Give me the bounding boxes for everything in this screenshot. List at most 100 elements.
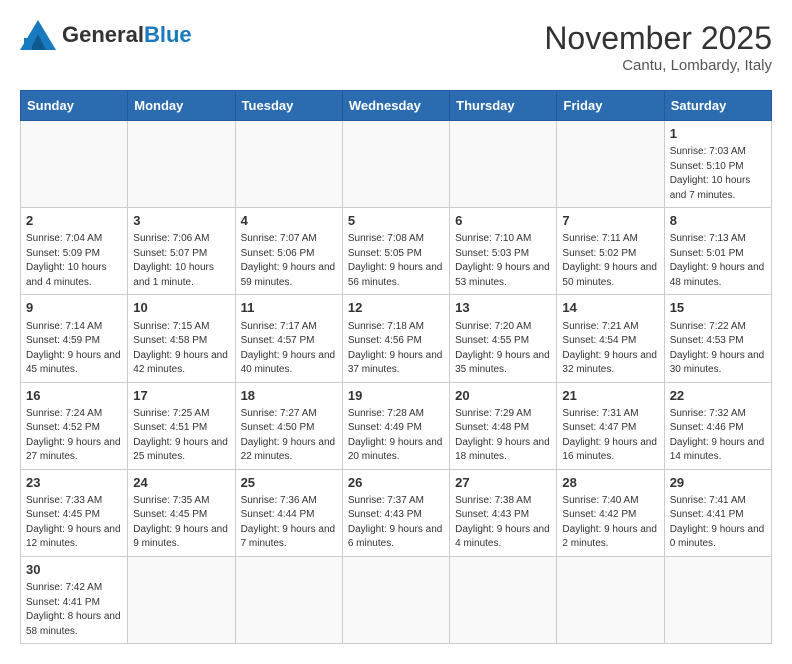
day-number: 24: [133, 474, 229, 492]
day-number: 5: [348, 212, 444, 230]
day-number: 1: [670, 125, 766, 143]
calendar-cell: 27 Sunrise: 7:38 AM Sunset: 4:43 PM Dayli…: [450, 469, 557, 556]
day-number: 6: [455, 212, 551, 230]
day-info: Sunrise: 7:03 AM Sunset: 5:10 PM Dayligh…: [670, 145, 766, 203]
weekday-header-tuesday: Tuesday: [235, 91, 342, 121]
day-info: Sunrise: 7:22 AM Sunset: 4:53 PM Dayligh…: [670, 320, 766, 378]
calendar-cell: 6 Sunrise: 7:10 AM Sunset: 5:03 PM Daylig…: [450, 208, 557, 295]
calendar-cell: 20 Sunrise: 7:29 AM Sunset: 4:48 PM Dayli…: [450, 382, 557, 469]
calendar-cell: 25 Sunrise: 7:36 AM Sunset: 4:44 PM Dayli…: [235, 469, 342, 556]
calendar-cell: 13 Sunrise: 7:20 AM Sunset: 4:55 PM Dayli…: [450, 295, 557, 382]
day-info: Sunrise: 7:10 AM Sunset: 5:03 PM Dayligh…: [455, 232, 551, 290]
day-info: Sunrise: 7:41 AM Sunset: 4:41 PM Dayligh…: [670, 494, 766, 552]
day-number: 13: [455, 299, 551, 317]
logo-text: GeneralBlue: [62, 23, 192, 47]
weekday-header-friday: Friday: [557, 91, 664, 121]
day-number: 3: [133, 212, 229, 230]
calendar-cell: 1 Sunrise: 7:03 AM Sunset: 5:10 PM Daylig…: [664, 121, 771, 208]
calendar-cell: 16 Sunrise: 7:24 AM Sunset: 4:52 PM Dayli…: [21, 382, 128, 469]
day-info: Sunrise: 7:42 AM Sunset: 4:41 PM Dayligh…: [26, 581, 122, 639]
day-number: 12: [348, 299, 444, 317]
calendar-cell: 17 Sunrise: 7:25 AM Sunset: 4:51 PM Dayli…: [128, 382, 235, 469]
calendar-cell: 11 Sunrise: 7:17 AM Sunset: 4:57 PM Dayli…: [235, 295, 342, 382]
day-info: Sunrise: 7:07 AM Sunset: 5:06 PM Dayligh…: [241, 232, 337, 290]
calendar-cell: 5 Sunrise: 7:08 AM Sunset: 5:05 PM Daylig…: [342, 208, 449, 295]
day-info: Sunrise: 7:37 AM Sunset: 4:43 PM Dayligh…: [348, 494, 444, 552]
calendar-table: SundayMondayTuesdayWednesdayThursdayFrid…: [20, 90, 772, 644]
weekday-header-row: SundayMondayTuesdayWednesdayThursdayFrid…: [21, 91, 772, 121]
day-number: 25: [241, 474, 337, 492]
month-title: November 2025: [544, 20, 772, 57]
day-info: Sunrise: 7:20 AM Sunset: 4:55 PM Dayligh…: [455, 320, 551, 378]
day-number: 22: [670, 387, 766, 405]
calendar-header: SundayMondayTuesdayWednesdayThursdayFrid…: [21, 91, 772, 121]
day-info: Sunrise: 7:08 AM Sunset: 5:05 PM Dayligh…: [348, 232, 444, 290]
day-number: 7: [562, 212, 658, 230]
day-number: 20: [455, 387, 551, 405]
calendar-body: 1 Sunrise: 7:03 AM Sunset: 5:10 PM Daylig…: [21, 121, 772, 644]
calendar-week-3: 9Sunrise: 7:14 AM Sunset: 4:59 PM Daylig…: [21, 295, 772, 382]
day-info: Sunrise: 7:18 AM Sunset: 4:56 PM Dayligh…: [348, 320, 444, 378]
calendar-week-4: 16 Sunrise: 7:24 AM Sunset: 4:52 PM Dayli…: [21, 382, 772, 469]
calendar-cell: 23 Sunrise: 7:33 AM Sunset: 4:45 PM Dayli…: [21, 469, 128, 556]
weekday-header-wednesday: Wednesday: [342, 91, 449, 121]
day-info: Sunrise: 7:24 AM Sunset: 4:52 PM Dayligh…: [26, 407, 122, 465]
day-info: Sunrise: 7:29 AM Sunset: 4:48 PM Dayligh…: [455, 407, 551, 465]
calendar-cell: [342, 556, 449, 643]
day-number: 17: [133, 387, 229, 405]
day-number: 19: [348, 387, 444, 405]
calendar-cell: 12 Sunrise: 7:18 AM Sunset: 4:56 PM Dayli…: [342, 295, 449, 382]
calendar-cell: [450, 121, 557, 208]
day-number: 9: [26, 299, 122, 317]
calendar-cell: 29 Sunrise: 7:41 AM Sunset: 4:41 PM Dayli…: [664, 469, 771, 556]
day-number: 18: [241, 387, 337, 405]
day-info: Sunrise: 7:35 AM Sunset: 4:45 PM Dayligh…: [133, 494, 229, 552]
weekday-header-saturday: Saturday: [664, 91, 771, 121]
calendar-cell: 19Sunrise: 7:28 AM Sunset: 4:49 PM Dayli…: [342, 382, 449, 469]
day-info: Sunrise: 7:13 AM Sunset: 5:01 PM Dayligh…: [670, 232, 766, 290]
day-number: 16: [26, 387, 122, 405]
day-info: Sunrise: 7:27 AM Sunset: 4:50 PM Dayligh…: [241, 407, 337, 465]
day-info: Sunrise: 7:15 AM Sunset: 4:58 PM Dayligh…: [133, 320, 229, 378]
calendar-week-5: 23 Sunrise: 7:33 AM Sunset: 4:45 PM Dayli…: [21, 469, 772, 556]
calendar-cell: 28 Sunrise: 7:40 AM Sunset: 4:42 PM Dayli…: [557, 469, 664, 556]
calendar-cell: 2 Sunrise: 7:04 AM Sunset: 5:09 PM Daylig…: [21, 208, 128, 295]
weekday-header-sunday: Sunday: [21, 91, 128, 121]
calendar-cell: 18 Sunrise: 7:27 AM Sunset: 4:50 PM Dayli…: [235, 382, 342, 469]
day-number: 10: [133, 299, 229, 317]
day-number: 2: [26, 212, 122, 230]
day-number: 29: [670, 474, 766, 492]
day-number: 30: [26, 561, 122, 579]
day-number: 27: [455, 474, 551, 492]
weekday-header-monday: Monday: [128, 91, 235, 121]
day-info: Sunrise: 7:33 AM Sunset: 4:45 PM Dayligh…: [26, 494, 122, 552]
day-info: Sunrise: 7:21 AM Sunset: 4:54 PM Dayligh…: [562, 320, 658, 378]
page-header: GeneralBlue November 2025 Cantu, Lombard…: [20, 20, 772, 74]
day-info: Sunrise: 7:36 AM Sunset: 4:44 PM Dayligh…: [241, 494, 337, 552]
day-number: 4: [241, 212, 337, 230]
day-info: Sunrise: 7:38 AM Sunset: 4:43 PM Dayligh…: [455, 494, 551, 552]
day-info: Sunrise: 7:40 AM Sunset: 4:42 PM Dayligh…: [562, 494, 658, 552]
day-info: Sunrise: 7:04 AM Sunset: 5:09 PM Dayligh…: [26, 232, 122, 290]
calendar-cell: 8Sunrise: 7:13 AM Sunset: 5:01 PM Daylig…: [664, 208, 771, 295]
calendar-cell: 3 Sunrise: 7:06 AM Sunset: 5:07 PM Daylig…: [128, 208, 235, 295]
calendar-cell: 10 Sunrise: 7:15 AM Sunset: 4:58 PM Dayli…: [128, 295, 235, 382]
day-info: Sunrise: 7:17 AM Sunset: 4:57 PM Dayligh…: [241, 320, 337, 378]
day-number: 23: [26, 474, 122, 492]
day-number: 28: [562, 474, 658, 492]
day-number: 15: [670, 299, 766, 317]
day-info: Sunrise: 7:25 AM Sunset: 4:51 PM Dayligh…: [133, 407, 229, 465]
calendar-cell: [235, 556, 342, 643]
day-info: Sunrise: 7:06 AM Sunset: 5:07 PM Dayligh…: [133, 232, 229, 290]
day-number: 21: [562, 387, 658, 405]
calendar-cell: 22Sunrise: 7:32 AM Sunset: 4:46 PM Dayli…: [664, 382, 771, 469]
calendar-cell: 9Sunrise: 7:14 AM Sunset: 4:59 PM Daylig…: [21, 295, 128, 382]
calendar-cell: [557, 121, 664, 208]
calendar-cell: [664, 556, 771, 643]
calendar-cell: 21 Sunrise: 7:31 AM Sunset: 4:47 PM Dayli…: [557, 382, 664, 469]
day-number: 11: [241, 299, 337, 317]
location: Cantu, Lombardy, Italy: [544, 57, 772, 74]
day-info: Sunrise: 7:31 AM Sunset: 4:47 PM Dayligh…: [562, 407, 658, 465]
title-block: November 2025 Cantu, Lombardy, Italy: [544, 20, 772, 74]
calendar-cell: [235, 121, 342, 208]
